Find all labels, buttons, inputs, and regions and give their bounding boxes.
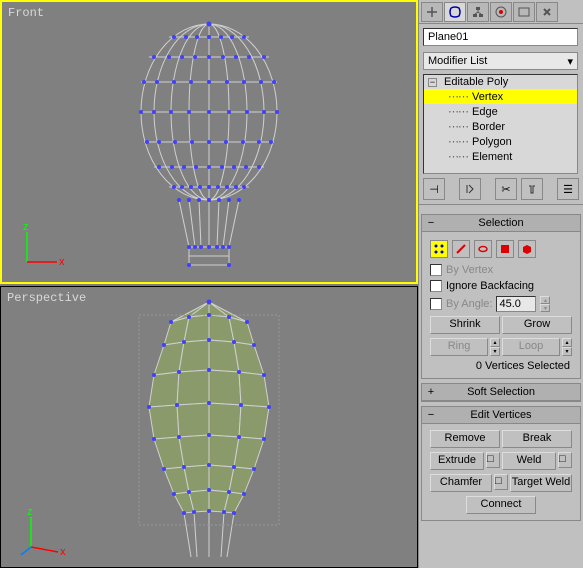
svg-text:z: z — [23, 222, 29, 233]
tab-motion-icon[interactable] — [490, 2, 512, 22]
tree-item-vertex[interactable]: ⋯⋯Vertex — [424, 89, 577, 104]
remove-button[interactable]: Remove — [430, 430, 500, 448]
object-name-input[interactable] — [423, 28, 578, 46]
modifier-list-label: Modifier List — [428, 55, 487, 67]
extrude-button[interactable]: Extrude — [430, 452, 484, 470]
collapse-icon[interactable]: − — [428, 78, 437, 87]
tab-display-icon[interactable] — [513, 2, 535, 22]
pin-stack-icon[interactable]: ⊣ — [423, 178, 445, 200]
grow-button[interactable]: Grow — [502, 316, 572, 334]
extrude-settings-button[interactable]: □ — [486, 452, 500, 468]
shrink-button[interactable]: Shrink — [430, 316, 500, 334]
svg-text:x: x — [59, 256, 65, 268]
edge-mode-icon[interactable] — [452, 240, 470, 258]
minus-icon: − — [426, 409, 436, 419]
remove-modifier-icon[interactable] — [521, 178, 543, 200]
loop-button[interactable]: Loop — [502, 338, 560, 356]
tree-root-label: Editable Poly — [444, 76, 508, 88]
ignore-backfacing-row: Ignore Backfacing — [426, 278, 576, 294]
configure-icon[interactable]: ☰ — [557, 178, 579, 200]
break-button[interactable]: Break — [502, 430, 572, 448]
polygon-mode-icon[interactable] — [496, 240, 514, 258]
viewport-front[interactable]: Front — [0, 0, 418, 284]
tab-hierarchy-icon[interactable] — [467, 2, 489, 22]
command-panel: Modifier List ▾ − Editable Poly ⋯⋯Vertex… — [418, 0, 583, 568]
rollout-soft-selection: + Soft Selection — [421, 383, 581, 402]
by-vertex-checkbox[interactable] — [430, 264, 442, 276]
by-angle-input[interactable] — [496, 296, 536, 312]
spinner-down-icon[interactable]: ▾ — [540, 304, 550, 312]
tree-item-border[interactable]: ⋯⋯Border — [424, 119, 577, 134]
modifier-stack[interactable]: − Editable Poly ⋯⋯Vertex ⋯⋯Edge ⋯⋯Border… — [423, 74, 578, 174]
command-panel-tabs — [419, 0, 583, 24]
by-angle-row: By Angle: ▴▾ — [426, 294, 576, 314]
tab-modify-icon[interactable] — [444, 2, 466, 22]
viewport-front-label: Front — [8, 6, 44, 20]
by-angle-checkbox[interactable] — [430, 298, 442, 310]
viewport-perspective[interactable]: Perspective — [0, 286, 418, 568]
rollout-selection: − Selection By Vertex Ignore Backfacing — [421, 214, 581, 379]
weld-button[interactable]: Weld — [502, 452, 556, 470]
rollout-selection-header[interactable]: − Selection — [422, 215, 580, 232]
tree-root[interactable]: − Editable Poly — [424, 75, 577, 89]
modifier-list-dropdown[interactable]: Modifier List ▾ — [423, 52, 578, 70]
tab-create-icon[interactable] — [421, 2, 443, 22]
target-weld-button[interactable]: Target Weld — [510, 474, 572, 492]
chevron-down-icon: ▾ — [567, 55, 573, 68]
tree-item-element[interactable]: ⋯⋯Element — [424, 149, 577, 164]
rollout-soft-selection-header[interactable]: + Soft Selection — [422, 384, 580, 401]
ring-up-icon[interactable]: ▴ — [490, 338, 500, 347]
svg-text:z: z — [27, 507, 33, 518]
axis-gizmo-perspective: z x — [16, 507, 66, 557]
connect-button[interactable]: Connect — [466, 496, 536, 514]
stack-toolbar: ⊣ ✂ ☰ — [423, 178, 579, 200]
loop-up-icon[interactable]: ▴ — [562, 338, 572, 347]
ring-button[interactable]: Ring — [430, 338, 488, 356]
wireframe-perspective — [99, 287, 319, 567]
by-vertex-row: By Vertex — [426, 262, 576, 278]
weld-settings-button[interactable]: □ — [558, 452, 572, 468]
svg-text:x: x — [60, 546, 66, 557]
vertex-mode-icon[interactable] — [430, 240, 448, 258]
ring-down-icon[interactable]: ▾ — [490, 347, 500, 356]
spinner-up-icon[interactable]: ▴ — [540, 296, 550, 304]
chamfer-button[interactable]: Chamfer — [430, 474, 492, 492]
loop-down-icon[interactable]: ▾ — [562, 347, 572, 356]
minus-icon: − — [426, 217, 436, 227]
tree-item-edge[interactable]: ⋯⋯Edge — [424, 104, 577, 119]
border-mode-icon[interactable] — [474, 240, 492, 258]
chamfer-settings-button[interactable]: □ — [494, 474, 508, 490]
plus-icon: + — [426, 386, 436, 396]
selection-status: 0 Vertices Selected — [426, 358, 576, 374]
axis-gizmo-front: z x — [17, 222, 67, 272]
make-unique-icon[interactable]: ✂ — [495, 178, 517, 200]
rollout-edit-vertices-header[interactable]: − Edit Vertices — [422, 407, 580, 424]
ignore-backfacing-checkbox[interactable] — [430, 280, 442, 292]
rollout-edit-vertices: − Edit Vertices Remove Break Extrude □ W… — [421, 406, 581, 521]
tree-item-polygon[interactable]: ⋯⋯Polygon — [424, 134, 577, 149]
wireframe-front — [119, 12, 299, 272]
tab-utilities-icon[interactable] — [536, 2, 558, 22]
viewport-perspective-label: Perspective — [7, 291, 86, 305]
show-end-icon[interactable] — [459, 178, 481, 200]
subobj-icons — [426, 236, 576, 262]
element-mode-icon[interactable] — [518, 240, 536, 258]
